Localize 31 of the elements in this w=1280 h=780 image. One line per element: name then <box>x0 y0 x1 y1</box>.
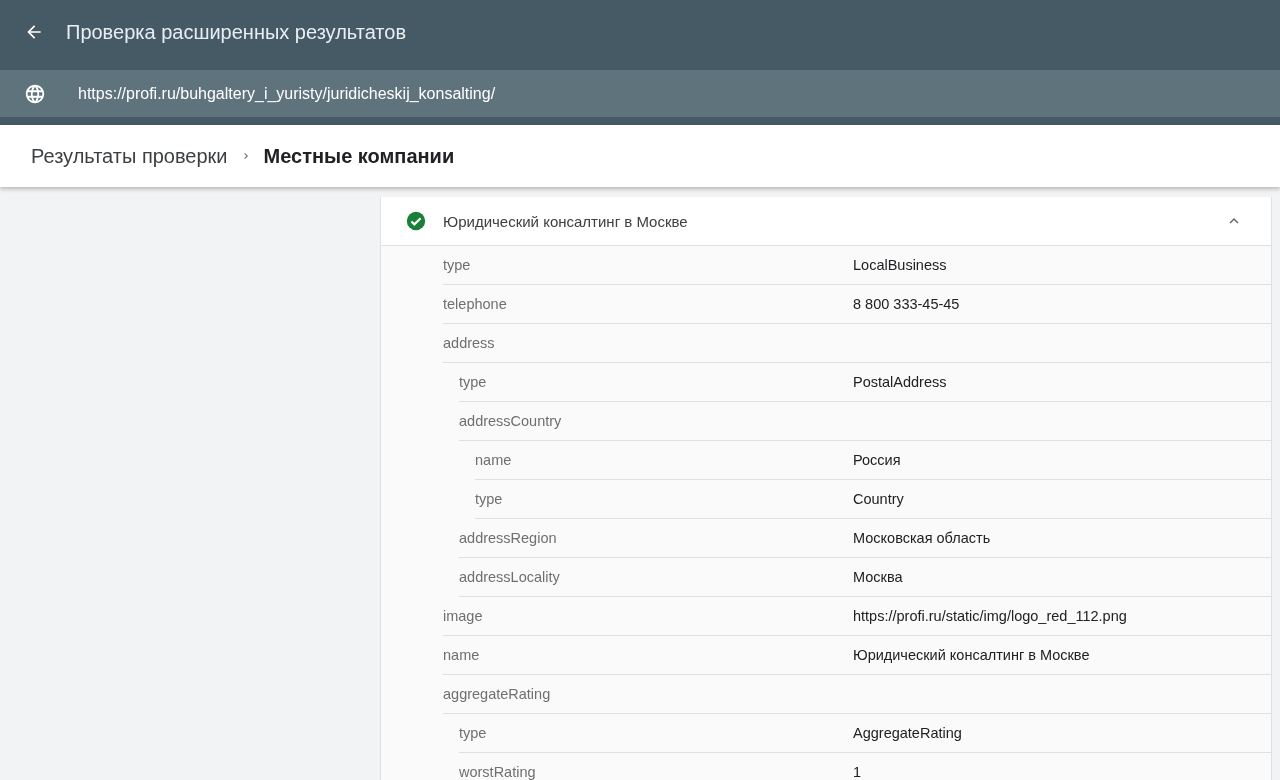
property-name: addressRegion <box>459 530 558 546</box>
property-value: 1 <box>853 764 863 780</box>
property-name: image <box>443 608 484 624</box>
property-name: addressLocality <box>459 569 561 585</box>
property-value: PostalAddress <box>853 374 948 390</box>
property-name: type <box>459 725 488 741</box>
property-name: address <box>443 335 496 351</box>
property-name: type <box>443 257 472 273</box>
property-value: LocalBusiness <box>853 257 948 273</box>
property-name: addressCountry <box>459 413 563 429</box>
property-value: AggregateRating <box>853 725 963 741</box>
property-name: worstRating <box>459 764 537 780</box>
property-value: Юридический консалтинг в Москве <box>853 647 1091 663</box>
breadcrumb-item: Местные компании <box>263 144 455 168</box>
property-name: type <box>475 491 504 507</box>
item-title: Юридический консалтинг в Москве <box>443 212 689 230</box>
breadcrumb-item[interactable]: Результаты проверки <box>31 144 228 168</box>
url-text: https://profi.ru/buhgaltery_i_yuristy/juridicheskij_konsalting/ <box>78 84 496 103</box>
property-name: type <box>459 374 488 390</box>
property-value: Москва <box>853 569 904 585</box>
property-value: Московская область <box>853 530 992 546</box>
property-value: Россия <box>853 452 902 468</box>
page-title: Проверка расширенных результатов <box>66 20 406 44</box>
globe-icon <box>24 82 46 105</box>
property-name: name <box>475 452 513 468</box>
property-name: aggregateRating <box>443 686 552 702</box>
property-name: name <box>443 647 481 663</box>
property-name: telephone <box>443 296 508 312</box>
property-value: Country <box>853 491 905 507</box>
property-value: https://profi.ru/static/img/logo_red_112.png <box>853 608 1128 624</box>
property-value: 8 800 333-45-45 <box>853 296 961 312</box>
